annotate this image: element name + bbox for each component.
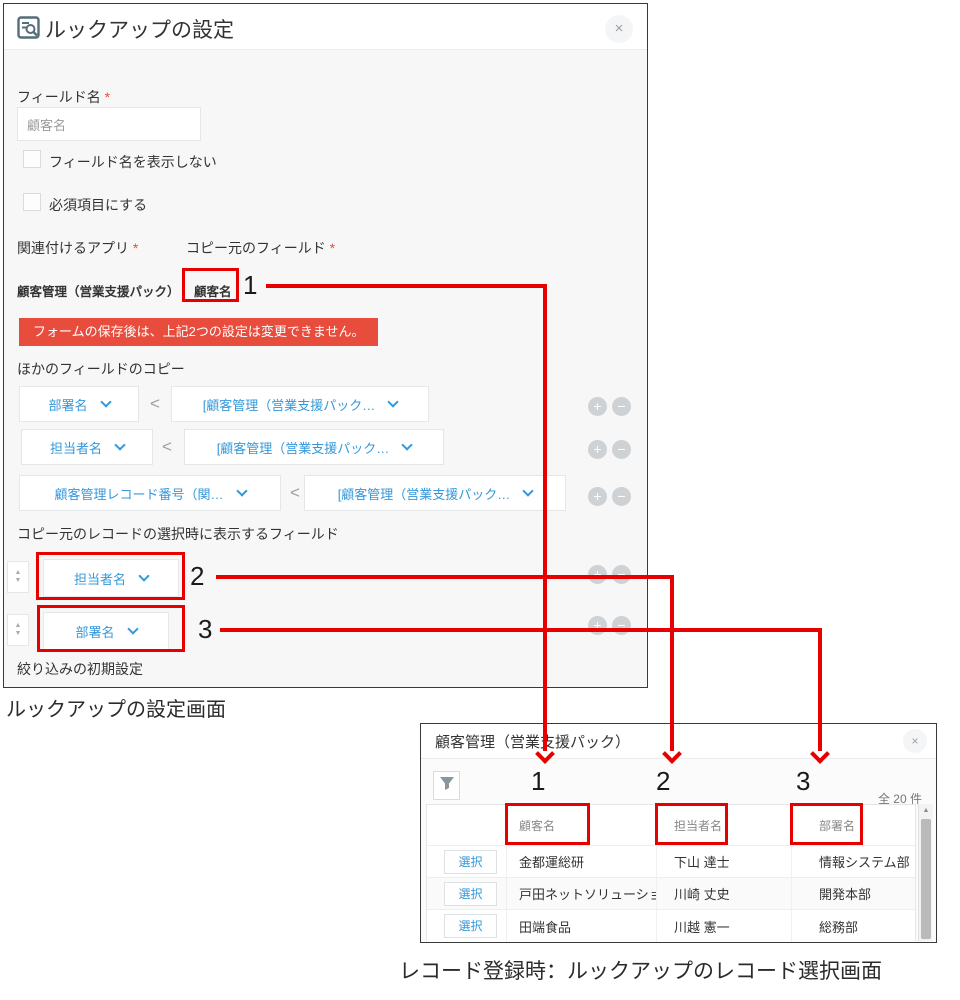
chevron-down-icon	[388, 396, 399, 407]
cell-customer: 戸田ネットソリューションズ	[507, 878, 657, 909]
copy-target-select-3[interactable]: 顧客管理レコード番号（関…	[19, 475, 281, 511]
remove-row-button[interactable]: −	[612, 440, 631, 459]
close-icon[interactable]: ×	[903, 729, 927, 753]
lookup-dialog-titlebar: ルックアップの設定 ×	[4, 4, 647, 50]
copy-source-select-1[interactable]: [顧客管理（営業支援パック…	[171, 386, 429, 422]
annotation-box-2-target	[655, 803, 728, 845]
annotation-label-1-target: 1	[531, 766, 545, 797]
scrollbar-thumb[interactable]	[921, 819, 931, 939]
cell-department: 情報システム部	[792, 846, 917, 877]
annotation-box-1-target	[505, 803, 590, 845]
filter-button[interactable]	[433, 771, 460, 800]
filter-default-heading: 絞り込みの初期設定	[17, 659, 143, 679]
add-row-button[interactable]: +	[588, 616, 607, 635]
sort-down-icon: ▼	[15, 630, 22, 638]
chevron-down-icon	[402, 439, 413, 450]
lookup-dialog-title: ルックアップの設定	[45, 14, 234, 44]
annotation-label-3-target: 3	[796, 766, 810, 797]
cell-customer: 金都運総研	[507, 846, 657, 877]
table-row: 選択 田端食品 川越 憲一 総務部	[427, 910, 915, 942]
copy-source-select-3[interactable]: [顧客管理（営業支援パック…	[304, 475, 566, 511]
screenshot-canvas: ルックアップの設定 × フィールド名 * フィールド名を表示しない 必須項目にす…	[0, 0, 960, 1000]
cell-department: 開発本部	[792, 878, 917, 909]
annotation-label-1: 1	[243, 270, 257, 301]
funnel-icon	[439, 775, 455, 796]
chevron-down-icon	[523, 485, 534, 496]
less-than-symbol: <	[150, 394, 160, 414]
annotation-arrow-1-horizontal	[266, 284, 547, 288]
annotation-arrow-2-vertical	[670, 575, 674, 751]
related-app-value: 顧客管理（営業支援パック）	[17, 281, 180, 300]
sort-up-icon: ▲	[15, 569, 22, 577]
other-copy-heading: ほかのフィールドのコピー	[17, 359, 185, 379]
checkbox-required[interactable]	[23, 193, 41, 211]
sort-up-icon: ▲	[15, 622, 22, 630]
copy-target-select-1[interactable]: 部署名	[19, 386, 139, 422]
annotation-label-3: 3	[198, 614, 212, 645]
annotation-box-3	[37, 605, 185, 652]
copy-source-select-2[interactable]: [顧客管理（営業支援パック…	[184, 429, 444, 465]
less-than-symbol: <	[162, 437, 172, 457]
remove-row-button[interactable]: −	[612, 616, 631, 635]
field-name-input[interactable]	[17, 107, 201, 141]
checkbox-hide-field-name[interactable]	[23, 150, 41, 168]
select-button[interactable]: 選択	[444, 914, 497, 938]
cell-person: 川崎 丈史	[657, 878, 792, 909]
select-button[interactable]: 選択	[444, 850, 497, 874]
record-caption: レコード登録時：ルックアップのレコード選択画面	[399, 955, 882, 985]
sort-down-icon: ▼	[15, 577, 22, 585]
display-fields-heading: コピー元のレコードの選択時に表示するフィールド	[17, 524, 339, 544]
scroll-up-icon[interactable]: ▲	[919, 804, 933, 818]
annotation-label-2: 2	[190, 561, 204, 592]
annotation-label-2-target: 2	[656, 766, 670, 797]
settings-caption: ルックアップの設定画面	[6, 693, 226, 722]
close-icon[interactable]: ×	[605, 15, 633, 43]
scrollbar[interactable]: ▲	[918, 804, 932, 941]
cell-customer: 田端食品	[507, 910, 657, 942]
copy-target-select-2[interactable]: 担当者名	[21, 429, 153, 465]
add-row-button[interactable]: +	[588, 440, 607, 459]
header-select	[427, 805, 507, 845]
remove-row-button[interactable]: −	[612, 487, 631, 506]
copy-source-label: コピー元のフィールド *	[186, 238, 335, 258]
checkbox-required-label: 必須項目にする	[49, 195, 147, 215]
less-than-symbol: <	[290, 483, 300, 503]
annotation-arrow-1-vertical	[543, 284, 547, 751]
annotation-arrow-3-horizontal	[220, 628, 822, 632]
annotation-box-1	[182, 268, 239, 302]
annotation-box-2	[36, 552, 185, 600]
sort-handle[interactable]: ▲ ▼	[7, 561, 29, 593]
required-mark: *	[133, 240, 138, 256]
annotation-box-3-target	[790, 803, 863, 845]
table-row: 選択 戸田ネットソリューションズ 川崎 丈史 開発本部	[427, 878, 915, 910]
related-app-label: 関連付けるアプリ *	[17, 238, 138, 258]
warning-banner: フォームの保存後は、上記2つの設定は変更できません。	[19, 318, 378, 346]
field-name-label: フィールド名 *	[17, 87, 110, 107]
add-row-button[interactable]: +	[588, 397, 607, 416]
checkbox-hide-field-name-label: フィールド名を表示しない	[49, 152, 217, 172]
add-row-button[interactable]: +	[588, 487, 607, 506]
cell-person: 下山 達士	[657, 846, 792, 877]
select-button[interactable]: 選択	[444, 882, 497, 906]
lookup-icon	[17, 16, 40, 44]
required-mark: *	[330, 240, 335, 256]
cell-person: 川越 憲一	[657, 910, 792, 942]
sort-handle[interactable]: ▲ ▼	[7, 614, 29, 646]
table-row: 選択 金都運総研 下山 達士 情報システム部	[427, 846, 915, 878]
cell-department: 総務部	[792, 910, 917, 942]
annotation-arrow-3-vertical	[818, 628, 822, 751]
remove-row-button[interactable]: −	[612, 397, 631, 416]
required-mark: *	[105, 89, 110, 105]
chevron-down-icon	[114, 439, 125, 450]
chevron-down-icon	[236, 485, 247, 496]
record-dialog-title: 顧客管理（営業支援パック）	[435, 731, 630, 752]
chevron-down-icon	[100, 396, 111, 407]
annotation-arrow-2-horizontal	[216, 575, 674, 579]
